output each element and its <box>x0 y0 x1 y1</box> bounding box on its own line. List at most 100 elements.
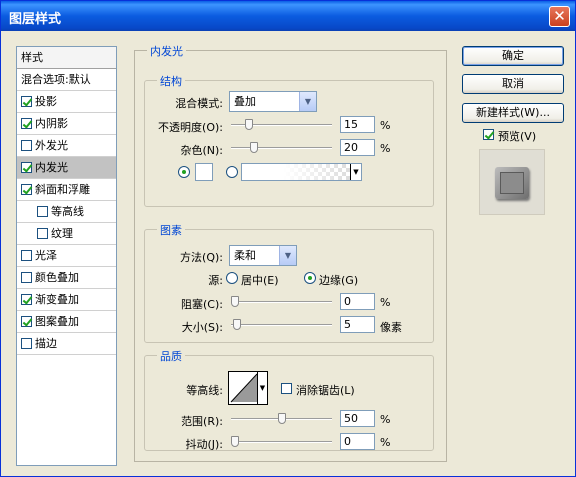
jitter-slider-thumb[interactable] <box>231 436 239 447</box>
noise-label: 杂色(N): <box>180 144 223 157</box>
style-list-item[interactable]: 渐变叠加 <box>17 289 116 311</box>
method-label: 方法(Q): <box>180 251 223 264</box>
size-slider[interactable] <box>231 319 332 331</box>
style-checkbox[interactable] <box>21 118 32 129</box>
blend-mode-value: 叠加 <box>234 95 256 108</box>
source-center-label[interactable]: 居中(E) <box>241 272 279 288</box>
style-checkbox[interactable] <box>21 272 32 283</box>
style-checkbox[interactable] <box>21 316 32 327</box>
style-list-item-label: 投影 <box>35 95 57 108</box>
size-unit: 像素 <box>380 321 402 334</box>
cancel-button[interactable]: 取消 <box>462 74 564 94</box>
opacity-unit: % <box>380 119 391 132</box>
structure-title: 结构 <box>157 73 185 89</box>
style-list-item[interactable]: 图案叠加 <box>17 311 116 333</box>
quality-group: 品质 等高线: ▼ 消除锯齿(L) 范围(R): 50 % 抖动(J): 0 % <box>144 348 434 451</box>
jitter-slider[interactable] <box>231 436 332 448</box>
style-checkbox[interactable] <box>37 206 48 217</box>
close-button[interactable]: ✕ <box>549 6 570 27</box>
source-edge-radio[interactable] <box>304 272 316 284</box>
opacity-input[interactable]: 15 <box>340 116 375 133</box>
contour-label: 等高线: <box>186 384 223 397</box>
method-select[interactable]: 柔和 ▼ <box>229 245 297 266</box>
style-list-item[interactable]: 内阴影 <box>17 113 116 135</box>
chevron-down-icon: ▼ <box>257 372 267 404</box>
antialias-label[interactable]: 消除锯齿(L) <box>296 382 355 398</box>
noise-slider[interactable] <box>231 142 332 154</box>
style-list-item-label: 光泽 <box>35 249 57 262</box>
style-checkbox[interactable] <box>21 140 32 151</box>
preview-checkbox[interactable] <box>483 129 494 140</box>
style-list-item[interactable]: 光泽 <box>17 245 116 267</box>
ok-button[interactable]: 确定 <box>462 46 564 66</box>
style-checkbox[interactable] <box>21 184 32 195</box>
style-checkbox[interactable] <box>21 162 32 173</box>
noise-input[interactable]: 20 <box>340 139 375 156</box>
source-label: 源: <box>208 274 223 287</box>
contour-picker[interactable]: ▼ <box>228 371 268 405</box>
solid-color-radio[interactable] <box>178 166 190 178</box>
inner-glow-title: 内发光 <box>147 43 186 59</box>
style-list-item[interactable]: 等高线 <box>17 201 116 223</box>
opacity-slider-thumb[interactable] <box>245 119 253 130</box>
structure-group: 结构 混合模式: 叠加 ▼ 不透明度(O): 15 % 杂色(N): 20 % … <box>144 73 434 207</box>
style-list-item-label: 混合选项:默认 <box>21 73 91 86</box>
jitter-input[interactable]: 0 <box>340 433 375 450</box>
choke-input[interactable]: 0 <box>340 293 375 310</box>
noise-slider-thumb[interactable] <box>250 142 258 153</box>
style-checkbox[interactable] <box>21 96 32 107</box>
chevron-down-icon: ▼ <box>350 164 361 180</box>
style-list-item[interactable]: 内发光 <box>17 157 116 179</box>
style-list-item-label: 等高线 <box>51 205 84 218</box>
chevron-down-icon: ▼ <box>279 246 296 265</box>
style-checkbox[interactable] <box>21 250 32 261</box>
dialog-body: 样式 混合选项:默认 投影 内阴影 外发光 内发光 斜面和浮雕 等高线 纹理 光泽 颜色叠加 渐变叠… <box>4 31 572 474</box>
size-input[interactable]: 5 <box>340 316 375 333</box>
style-list-item[interactable]: 纹理 <box>17 223 116 245</box>
style-list-item-label: 图案叠加 <box>35 315 79 328</box>
choke-slider[interactable] <box>231 296 332 308</box>
glow-color-swatch[interactable] <box>195 163 213 181</box>
style-checkbox[interactable] <box>21 294 32 305</box>
style-list-item[interactable]: 外发光 <box>17 135 116 157</box>
glow-gradient-picker[interactable]: ▼ <box>241 163 362 181</box>
style-list-item-label: 斜面和浮雕 <box>35 183 90 196</box>
size-label: 大小(S): <box>181 321 223 334</box>
inner-glow-panel: 内发光 结构 混合模式: 叠加 ▼ 不透明度(O): 15 % 杂色(N): 2… <box>134 43 447 462</box>
opacity-slider[interactable] <box>231 119 332 131</box>
range-label: 范围(R): <box>181 415 223 428</box>
quality-title: 品质 <box>157 348 185 364</box>
new-style-button[interactable]: 新建样式(W)... <box>462 103 564 123</box>
style-list-item[interactable]: 投影 <box>17 91 116 113</box>
style-checkbox[interactable] <box>37 228 48 239</box>
style-list-item-label: 外发光 <box>35 139 68 152</box>
source-edge-label[interactable]: 边缘(G) <box>319 272 358 288</box>
size-slider-thumb[interactable] <box>233 319 241 330</box>
choke-label: 阻塞(C): <box>181 298 223 311</box>
layer-style-dialog: 图层样式 ✕ 样式 混合选项:默认 投影 内阴影 外发光 内发光 斜面和浮雕 等高线 纹理 光泽… <box>0 0 576 477</box>
range-slider-thumb[interactable] <box>278 413 286 424</box>
style-list-item[interactable]: 斜面和浮雕 <box>17 179 116 201</box>
style-list-item[interactable]: 混合选项:默认 <box>17 69 116 91</box>
antialias-checkbox[interactable] <box>281 383 292 394</box>
elements-title: 图素 <box>157 222 185 238</box>
range-input[interactable]: 50 <box>340 410 375 427</box>
preview-thumbnail <box>479 149 545 215</box>
source-center-radio[interactable] <box>226 272 238 284</box>
style-list-item-label: 颜色叠加 <box>35 271 79 284</box>
style-list-item[interactable]: 描边 <box>17 333 116 355</box>
jitter-label: 抖动(J): <box>185 438 223 451</box>
gradient-radio[interactable] <box>226 166 238 178</box>
range-slider[interactable] <box>231 413 332 425</box>
style-list-header[interactable]: 样式 <box>17 47 116 69</box>
style-list-item[interactable]: 颜色叠加 <box>17 267 116 289</box>
preview-swatch <box>495 167 529 199</box>
method-value: 柔和 <box>234 249 256 262</box>
style-list-item-label: 描边 <box>35 337 57 350</box>
choke-slider-thumb[interactable] <box>231 296 239 307</box>
dialog-title: 图层样式 <box>9 12 62 27</box>
range-unit: % <box>380 413 391 426</box>
style-checkbox[interactable] <box>21 338 32 349</box>
preview-label[interactable]: 预览(V) <box>498 128 536 144</box>
blend-mode-select[interactable]: 叠加 ▼ <box>229 91 317 112</box>
